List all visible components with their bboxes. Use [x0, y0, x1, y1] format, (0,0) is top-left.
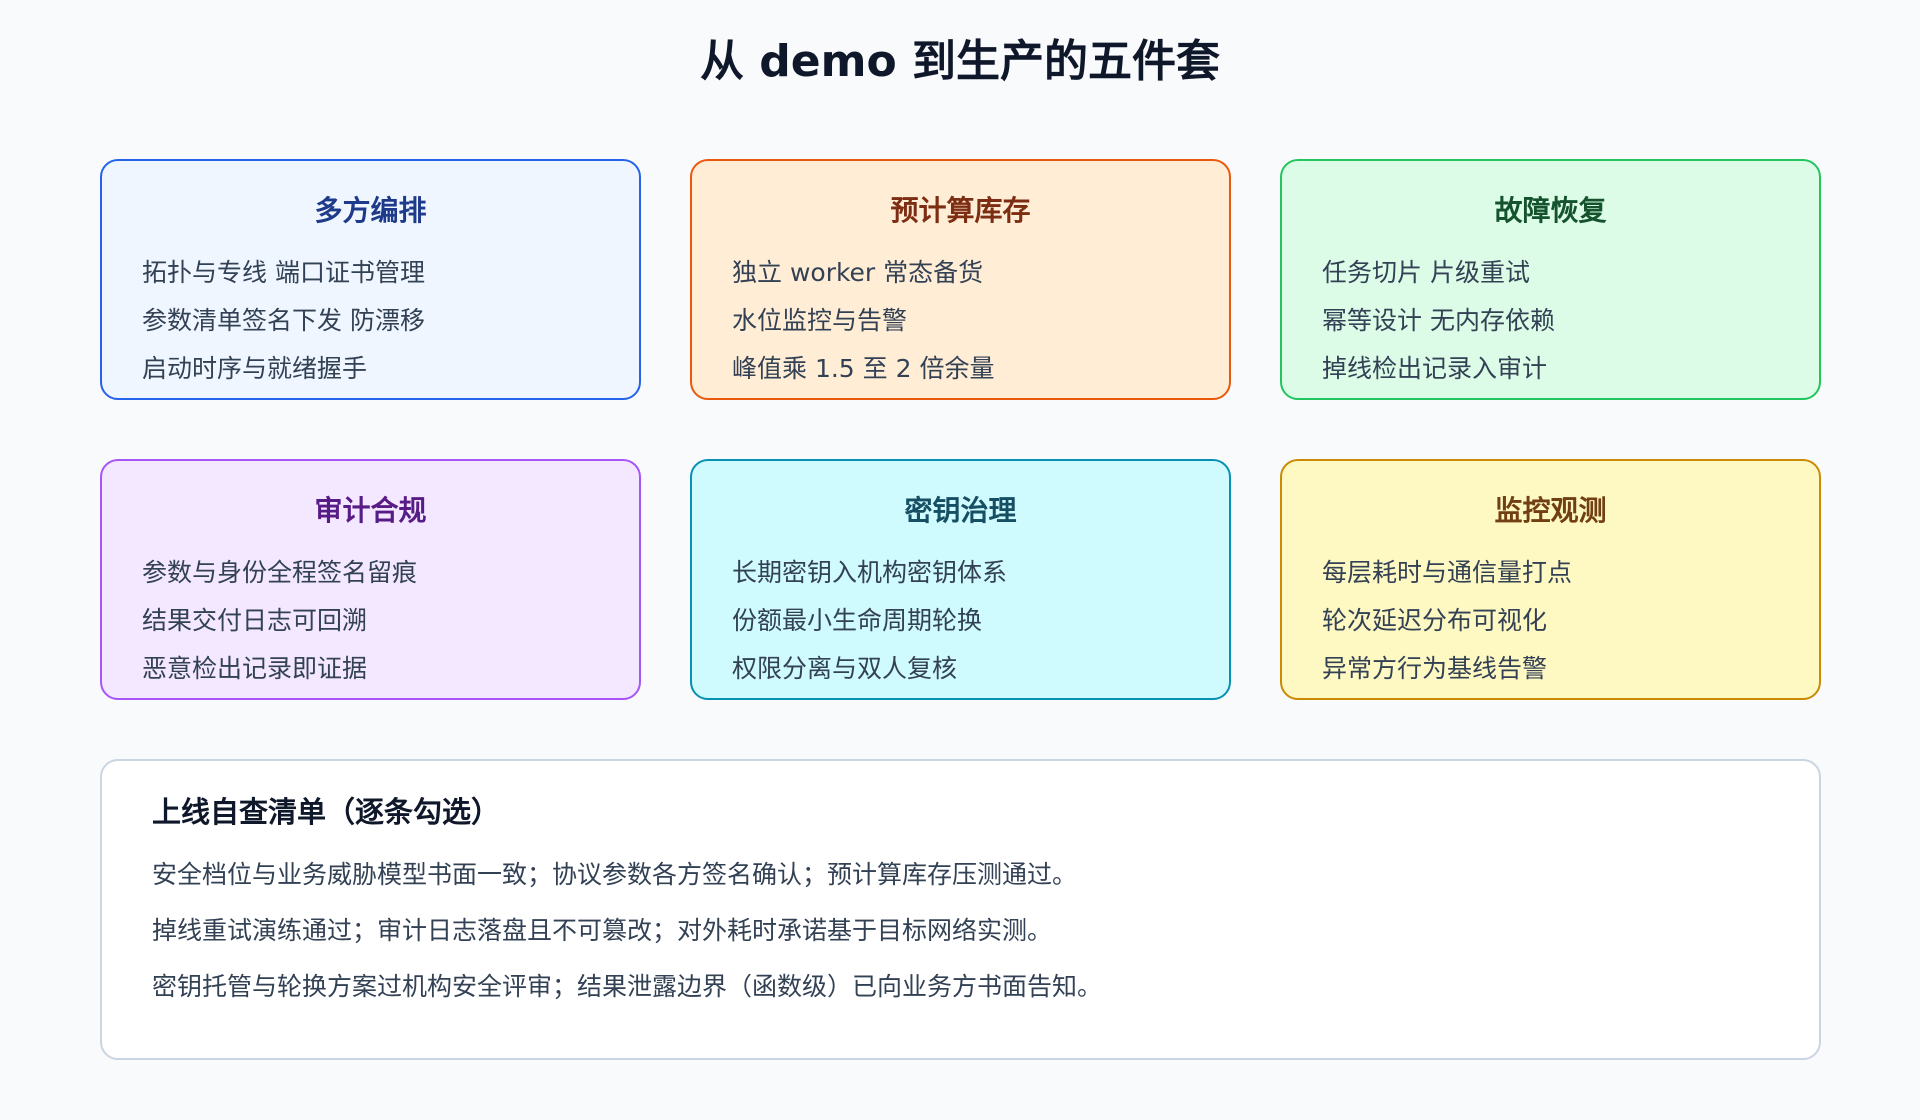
- card-title: 监控观测: [1494, 494, 1607, 527]
- card-line: 任务切片 片级重试: [1322, 258, 1530, 287]
- card-title: 审计合规: [314, 494, 427, 527]
- checklist-title: 上线自查清单（逐条勾选）: [152, 795, 501, 829]
- card-line: 水位监控与告警: [732, 306, 908, 335]
- card-line: 启动时序与就绪握手: [142, 354, 368, 383]
- card-precompute-inventory: 预计算库存 独立 worker 常态备货 水位监控与告警 峰值乘 1.5 至 2…: [690, 159, 1231, 400]
- checklist-item: 掉线重试演练通过；审计日志落盘且不可篡改；对外耗时承诺基于目标网络实测。: [152, 916, 1053, 945]
- card-line: 长期密钥入机构密钥体系: [732, 558, 1008, 587]
- card-key-governance: 密钥治理 长期密钥入机构密钥体系 份额最小生命周期轮换 权限分离与双人复核: [690, 459, 1231, 700]
- checklist-item: 安全档位与业务威胁模型书面一致；协议参数各方签名确认；预计算库存压测通过。: [152, 860, 1078, 889]
- card-line: 参数与身份全程签名留痕: [142, 558, 418, 587]
- card-title: 预计算库存: [890, 194, 1031, 227]
- card-monitoring: 监控观测 每层耗时与通信量打点 轮次延迟分布可视化 异常方行为基线告警: [1280, 459, 1821, 700]
- card-line: 掉线检出记录入审计: [1322, 354, 1548, 383]
- card-line: 参数清单签名下发 防漂移: [142, 306, 425, 335]
- card-title: 故障恢复: [1494, 194, 1607, 227]
- card-grid: 多方编排 拓扑与专线 端口证书管理 参数清单签名下发 防漂移 启动时序与就绪握手…: [100, 159, 1821, 700]
- card-line: 峰值乘 1.5 至 2 倍余量: [732, 354, 995, 383]
- card-title: 多方编排: [314, 194, 427, 227]
- card-fault-recovery: 故障恢复 任务切片 片级重试 幂等设计 无内存依赖 掉线检出记录入审计: [1280, 159, 1821, 400]
- card-line: 拓扑与专线 端口证书管理: [142, 258, 425, 287]
- card-line: 异常方行为基线告警: [1322, 654, 1548, 683]
- card-orchestration: 多方编排 拓扑与专线 端口证书管理 参数清单签名下发 防漂移 启动时序与就绪握手: [100, 159, 641, 400]
- card-title: 密钥治理: [904, 494, 1017, 527]
- card-line: 每层耗时与通信量打点: [1322, 558, 1573, 587]
- card-line: 权限分离与双人复核: [732, 654, 958, 683]
- card-line: 轮次延迟分布可视化: [1322, 606, 1548, 635]
- card-line: 份额最小生命周期轮换: [732, 606, 983, 635]
- checklist-item: 密钥托管与轮换方案过机构安全评审；结果泄露边界（函数级）已向业务方书面告知。: [152, 972, 1103, 1001]
- card-audit-compliance: 审计合规 参数与身份全程签名留痕 结果交付日志可回溯 恶意检出记录即证据: [100, 459, 641, 700]
- card-line: 恶意检出记录即证据: [142, 654, 368, 683]
- card-line: 结果交付日志可回溯: [142, 606, 368, 635]
- card-line: 独立 worker 常态备货: [732, 258, 984, 287]
- card-line: 幂等设计 无内存依赖: [1322, 306, 1555, 335]
- launch-checklist: 上线自查清单（逐条勾选） 安全档位与业务威胁模型书面一致；协议参数各方签名确认；…: [100, 759, 1821, 1060]
- page-title: 从 demo 到生产的五件套: [699, 36, 1221, 87]
